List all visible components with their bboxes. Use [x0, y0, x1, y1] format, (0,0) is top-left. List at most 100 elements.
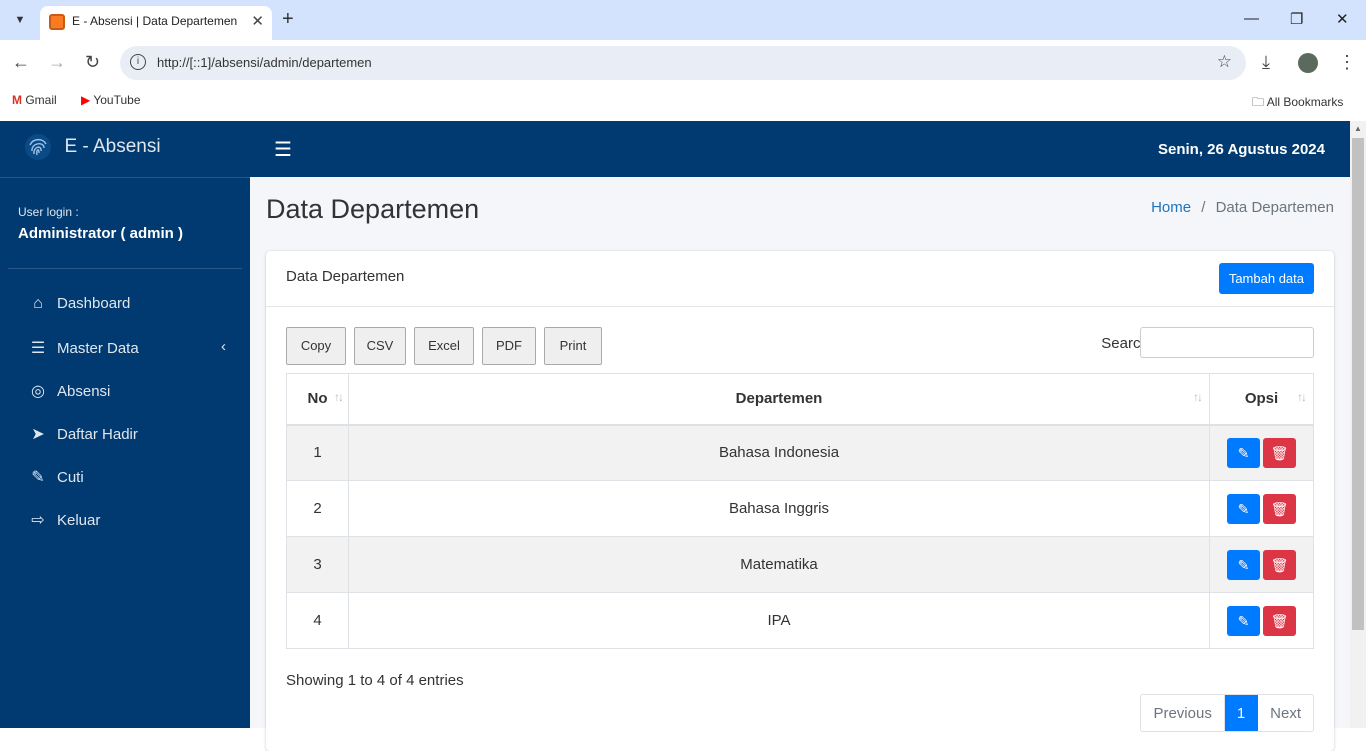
minimize-icon[interactable]: — — [1244, 10, 1259, 27]
page-scrollbar[interactable]: ▲ — [1350, 121, 1366, 728]
gmail-icon: M — [12, 93, 22, 107]
cell-departemen: Matematika — [348, 536, 1210, 593]
hamburger-menu-icon[interactable]: ☰ — [274, 137, 292, 162]
card-header: Data Departemen Tambah data — [266, 251, 1334, 307]
column-header-departemen[interactable]: Departemen ↑↓ — [348, 373, 1210, 426]
url-text[interactable]: http://[::1]/absensi/admin/departemen — [157, 55, 372, 70]
search-input[interactable] — [1140, 327, 1314, 358]
restore-icon[interactable]: ❐ — [1290, 10, 1303, 28]
delete-button[interactable]: 🗑 — [1263, 437, 1296, 468]
browser-tab[interactable]: E - Absensi | Data Departemen ✕ — [40, 6, 272, 40]
app-root: E - Absensi User login : Administrator (… — [0, 121, 1366, 751]
delete-button[interactable]: 🗑 — [1263, 549, 1296, 580]
sort-asc-icon: ↑↓ — [334, 390, 344, 404]
column-header-no[interactable]: No ↑↓ — [286, 373, 349, 426]
bookmark-gmail[interactable]: M Gmail — [12, 93, 57, 107]
cell-no: 2 — [286, 480, 349, 537]
cell-departemen: IPA — [348, 592, 1210, 649]
site-info-icon[interactable]: i — [130, 54, 146, 70]
card-title: Data Departemen — [286, 268, 405, 285]
breadcrumb-home-link[interactable]: Home — [1151, 199, 1191, 216]
profile-avatar[interactable] — [1298, 53, 1318, 73]
brand[interactable]: E - Absensi — [0, 121, 250, 178]
cell-opsi: ✎ 🗑 — [1209, 536, 1314, 593]
sidebar-item-daftar-hadir[interactable]: ➤ Daftar Hadir — [0, 414, 250, 457]
sidebar: E - Absensi User login : Administrator (… — [0, 121, 250, 728]
cell-no: 3 — [286, 536, 349, 593]
column-header-opsi[interactable]: Opsi ↑↓ — [1209, 373, 1314, 426]
pagination-previous[interactable]: Previous — [1141, 695, 1225, 731]
list-icon: ☰ — [30, 340, 46, 357]
edit-button[interactable]: ✎ — [1227, 549, 1260, 580]
sort-icon: ↑↓ — [1297, 390, 1307, 404]
sidebar-menu: ⌂ Dashboard ☰ Master Data ‹ ◎ Absensi ➤ Dafta… — [0, 285, 250, 543]
window-close-icon[interactable]: ✕ — [1336, 10, 1349, 28]
scroll-up-icon[interactable]: ▲ — [1354, 124, 1362, 133]
brand-name: E - Absensi — [64, 136, 161, 157]
tab-title: E - Absensi | Data Departemen — [72, 14, 238, 28]
tambah-data-button[interactable]: Tambah data — [1218, 263, 1314, 294]
fingerprint-icon: ◎ — [31, 383, 45, 400]
delete-button[interactable]: 🗑 — [1263, 493, 1296, 524]
bookmark-star-icon[interactable]: ☆ — [1217, 52, 1232, 72]
user-panel: User login : Administrator ( admin ) — [8, 178, 242, 269]
cell-opsi: ✎ 🗑 — [1209, 480, 1314, 537]
cell-departemen: Bahasa Inggris — [348, 480, 1210, 537]
sidebar-item-dashboard[interactable]: ⌂ Dashboard — [0, 285, 250, 328]
download-icon[interactable]: ⤓ — [1262, 52, 1270, 73]
sidebar-item-cuti[interactable]: ✎ Cuti — [0, 457, 250, 500]
edit-button[interactable]: ✎ — [1227, 605, 1260, 636]
user-name: Administrator ( admin ) — [18, 225, 184, 242]
main-content: Data Departemen Home / Data Departemen D… — [250, 177, 1350, 751]
cell-no: 4 — [286, 592, 349, 649]
fingerprint-logo-icon — [25, 134, 51, 160]
excel-button[interactable]: Excel — [414, 327, 474, 365]
sidebar-item-absensi[interactable]: ◎ Absensi — [0, 371, 250, 414]
table-info: Showing 1 to 4 of 4 entries — [286, 672, 464, 689]
omnibox[interactable]: i http://[::1]/absensi/admin/departemen … — [120, 46, 1246, 80]
all-bookmarks[interactable]: 🗀 All Bookmarks — [1252, 93, 1343, 114]
new-tab-button[interactable]: + — [282, 8, 294, 30]
bookmark-youtube[interactable]: ▶ YouTube — [81, 93, 141, 107]
paper-plane-icon: ➤ — [31, 426, 45, 443]
csv-button[interactable]: CSV — [354, 327, 406, 365]
tab-search-button[interactable]: ▼ — [8, 8, 32, 32]
browser-menu-icon[interactable]: ⋮ — [1338, 52, 1356, 73]
cell-opsi: ✎ 🗑 — [1209, 424, 1314, 481]
back-icon[interactable]: ← — [12, 52, 30, 73]
folder-icon: 🗀 — [1252, 95, 1265, 109]
sidebar-item-keluar[interactable]: ⇨ Keluar — [0, 500, 250, 543]
pagination-next[interactable]: Next — [1258, 695, 1313, 731]
cell-no: 1 — [286, 424, 349, 481]
chevron-left-icon: ‹ — [221, 338, 226, 355]
breadcrumb-current: Data Departemen — [1215, 199, 1334, 216]
copy-button[interactable]: Copy — [286, 327, 346, 365]
sidebar-item-master-data[interactable]: ☰ Master Data ‹ — [0, 328, 250, 371]
cell-departemen: Bahasa Indonesia — [348, 424, 1210, 481]
table-row: 3 Matematika ✎ 🗑 — [286, 536, 1314, 593]
current-date: Senin, 26 Agustus 2024 — [1157, 141, 1325, 158]
xampp-favicon-icon — [49, 14, 65, 30]
home-icon: ⌂ — [33, 295, 43, 312]
table-row: 1 Bahasa Indonesia ✎ 🗑 — [286, 424, 1314, 481]
page-title: Data Departemen — [266, 194, 480, 224]
browser-tab-strip: ▼ E - Absensi | Data Departemen ✕ + — ❐ … — [0, 0, 1366, 40]
print-button[interactable]: Print — [544, 327, 602, 365]
pagination: Previous 1 Next — [1140, 694, 1314, 732]
scrollbar-thumb[interactable] — [1352, 138, 1364, 630]
pdf-button[interactable]: PDF — [482, 327, 536, 365]
edit-button[interactable]: ✎ — [1227, 493, 1260, 524]
departemen-table: No ↑↓ Departemen ↑↓ Opsi ↑↓ 1 Bahasa Indone… — [286, 373, 1314, 649]
departemen-card: Data Departemen Tambah data Copy CSV Exc… — [266, 251, 1334, 751]
breadcrumb: Home / Data Departemen — [1151, 199, 1334, 216]
table-row: 2 Bahasa Inggris ✎ 🗑 — [286, 480, 1314, 537]
delete-button[interactable]: 🗑 — [1263, 605, 1296, 636]
edit-button[interactable]: ✎ — [1227, 437, 1260, 468]
reload-icon[interactable]: ↻ — [85, 52, 100, 73]
close-tab-icon[interactable]: ✕ — [251, 12, 264, 30]
forward-icon[interactable]: → — [48, 52, 66, 73]
pagination-page-1[interactable]: 1 — [1224, 695, 1259, 731]
table-row: 4 IPA ✎ 🗑 — [286, 592, 1314, 649]
youtube-icon: ▶ — [81, 93, 91, 107]
breadcrumb-separator: / — [1201, 199, 1206, 216]
